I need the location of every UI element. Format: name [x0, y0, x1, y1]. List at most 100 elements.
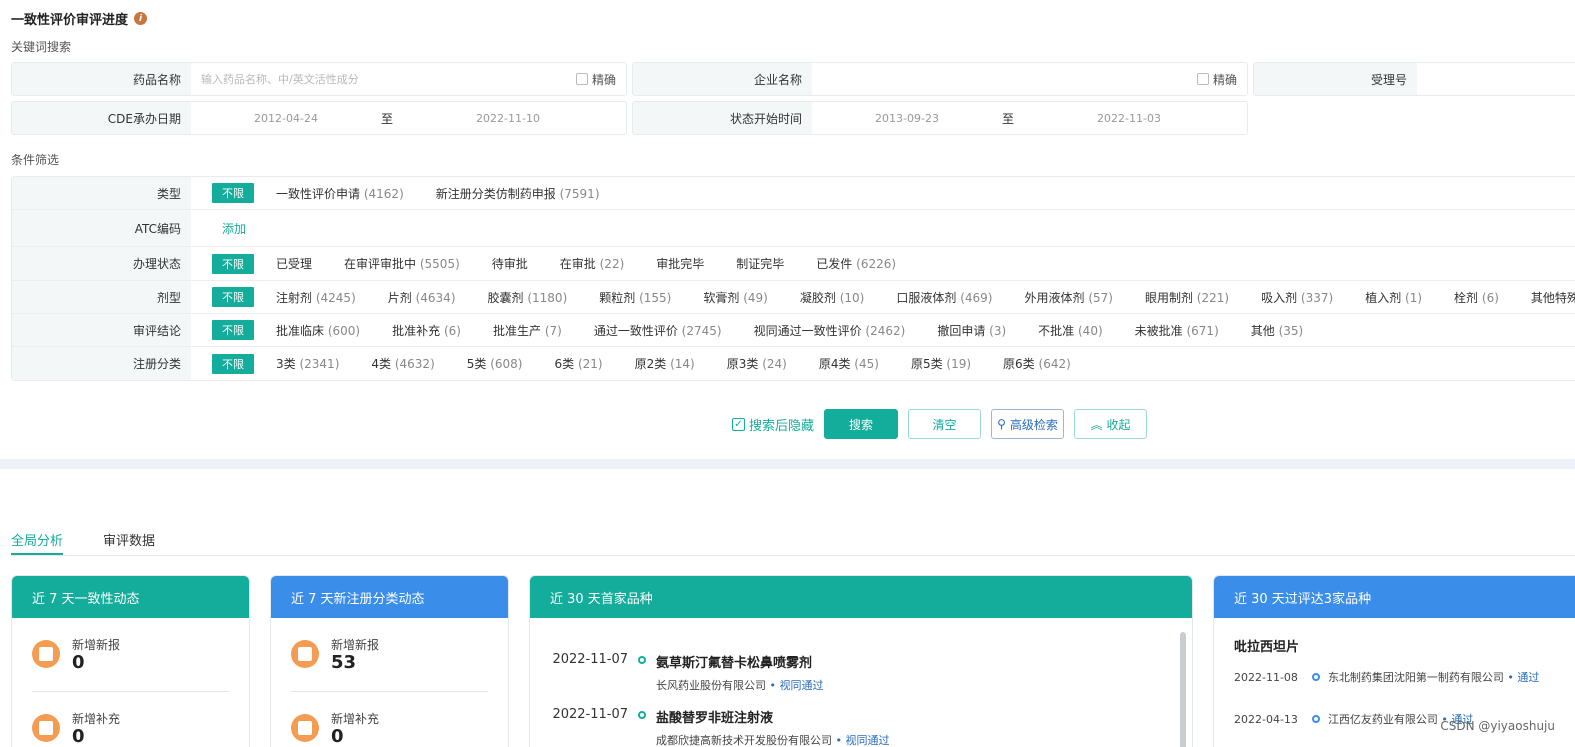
card-title: 近 7 天新注册分类动态 [271, 576, 508, 618]
drug-name: 吡拉西坦片 [1234, 640, 1300, 655]
filter-option[interactable]: 待审批 [492, 255, 528, 272]
filter-option[interactable]: 审批完毕 [656, 255, 704, 272]
accept-no-label: 受理号 [1254, 63, 1417, 95]
atc-add-link[interactable]: 添加 [222, 220, 246, 237]
filter-row-reg-class: 注册分类 不限 3类 (2341) 4类 (4632) 5类 (608) 6类 … [12, 347, 1575, 380]
filter-option[interactable]: 通过一致性评价 (2745) [594, 322, 722, 339]
filter-section-label: 条件筛选 [11, 153, 60, 167]
filter-option[interactable]: 在审批 (22) [560, 255, 624, 272]
advanced-search-icon: ⚲ [997, 417, 1006, 431]
clear-button[interactable]: 清空 [908, 409, 982, 439]
filter-status-all[interactable]: 不限 [212, 253, 254, 274]
company-exact-checkbox[interactable] [1196, 73, 1209, 85]
company-label: 企业名称 [633, 63, 812, 95]
company-exact[interactable]: 精确 [1196, 63, 1247, 95]
hide-after-search-label: 搜索后隐藏 [749, 418, 815, 434]
advanced-search-button[interactable]: ⚲ 高级检索 [991, 409, 1065, 439]
filter-option[interactable]: 撤回申请 (3) [937, 322, 1006, 339]
filter-option[interactable]: 外用液体剂 (57) [1024, 289, 1112, 306]
filter-option[interactable]: 植入剂 (1) [1365, 289, 1422, 306]
filter-option[interactable]: 口服液体剂 (469) [896, 289, 992, 306]
page-title: 一致性评价审评进度 i [11, 9, 148, 28]
company-exact-label: 精确 [1212, 72, 1237, 87]
status-date-from[interactable]: 2013-09-23 [812, 112, 1002, 125]
filter-option[interactable]: 未被批准 (671) [1135, 322, 1219, 339]
filter-option[interactable]: 胶囊剂 (1180) [488, 289, 568, 306]
filter-option[interactable]: 已发件 (6226) [816, 255, 896, 272]
stat-value: 53 [331, 652, 357, 673]
cde-date-from[interactable]: 2012-04-24 [191, 112, 381, 125]
status-date-to[interactable]: 2022-11-03 [1014, 112, 1244, 125]
drug-name-exact[interactable]: 精确 [575, 63, 626, 95]
filter-option[interactable]: 6类 (21) [555, 355, 603, 372]
passed-date: 2022-11-08 [1234, 670, 1298, 684]
filter-option[interactable]: 其他特殊剂型 [1531, 289, 1575, 306]
timeline-dot [1311, 673, 1320, 681]
status-date-to-label: 至 [1002, 111, 1015, 126]
hide-after-search-toggle[interactable]: ✓ 搜索后隐藏 [732, 415, 814, 434]
filter-option[interactable]: 原4类 (45) [819, 355, 879, 372]
filter-conclusion-all[interactable]: 不限 [212, 320, 254, 340]
filter-option[interactable]: 视同通过一致性评价 (2462) [754, 322, 906, 339]
filter-option[interactable]: 颗粒剂 (155) [599, 289, 671, 306]
filter-option[interactable]: 注射剂 (4245) [276, 289, 356, 306]
passed-company-item[interactable]: 2022-11-08 东北制药集团沈阳第一制药有限公司 • 通过 [1214, 669, 1575, 685]
filter-option[interactable]: 新注册分类仿制药申报 (7591) [436, 185, 600, 202]
tab-global-analysis[interactable]: 全局分析 [11, 530, 64, 555]
filter-option[interactable]: 在审评审批中 (5505) [344, 255, 460, 272]
filter-atc-label: ATC编码 [12, 210, 191, 246]
filter-option[interactable]: 原3类 (24) [727, 355, 787, 372]
collapse-button[interactable]: ︽ 收起 [1074, 409, 1148, 439]
filter-type-label: 类型 [12, 177, 191, 209]
checkmark-icon: ✓ [732, 417, 745, 431]
filter-option[interactable]: 批准补充 (6) [392, 322, 461, 339]
drug-name-exact-label: 精确 [591, 72, 616, 87]
timeline-company: 成都欣捷高新技术开发股份有限公司 • 视同通过 [656, 734, 890, 747]
filter-option[interactable]: 眼用制剂 (221) [1145, 289, 1229, 306]
filter-option[interactable]: 其他 (35) [1251, 322, 1303, 339]
timeline-item[interactable]: 2022-11-07 盐酸替罗非班注射液 成都欣捷高新技术开发股份有限公司 • … [530, 707, 1192, 747]
keyword-section-label: 关键词搜索 [11, 40, 72, 54]
filter-option[interactable]: 一致性评价申请 (4162) [276, 185, 404, 202]
filter-row-conclusion: 审评结论 不限 批准临床 (600) 批准补充 (6) 批准生产 (7) 通过一… [12, 314, 1575, 347]
filter-option[interactable]: 制证完毕 [736, 255, 784, 272]
search-button[interactable]: 搜索 [824, 409, 899, 439]
company-field: 企业名称 精确 [632, 62, 1248, 96]
cde-date-to[interactable]: 2022-11-10 [393, 112, 623, 125]
tab-review-data[interactable]: 审评数据 [103, 530, 155, 555]
filter-option[interactable]: 片剂 (4634) [388, 289, 456, 306]
timeline-date: 2022-11-07 [552, 652, 628, 667]
filter-row-dosage: 剂型 不限 注射剂 (4245) 片剂 (4634) 胶囊剂 (1180) 颗粒… [12, 281, 1575, 314]
info-icon[interactable]: i [134, 12, 148, 25]
filter-option[interactable]: 凝胶剂 (10) [800, 289, 864, 306]
filter-option[interactable]: 栓剂 (6) [1454, 289, 1499, 306]
advanced-search-label: 高级检索 [1009, 417, 1058, 432]
stat-new-report: 新增新报 0 [12, 636, 249, 673]
timeline-date: 2022-11-07 [552, 707, 628, 722]
accept-no-input[interactable] [1417, 63, 1575, 95]
drug-name-exact-checkbox[interactable] [575, 73, 588, 85]
filter-option[interactable]: 原2类 (14) [635, 355, 695, 372]
filter-option[interactable]: 3类 (2341) [276, 355, 339, 372]
filter-reg-class-all[interactable]: 不限 [212, 353, 254, 374]
filter-option[interactable]: 不批准 (40) [1038, 322, 1102, 339]
filter-option[interactable]: 软膏剂 (49) [703, 289, 767, 306]
company-input[interactable] [812, 63, 1197, 95]
scrollbar[interactable] [1180, 632, 1186, 747]
filter-option[interactable]: 原6类 (642) [1003, 355, 1071, 372]
watermark: CSDN @yiyaoshuju [1440, 719, 1555, 733]
timeline-item[interactable]: 2022-11-07 氨草斯汀氟替卡松鼻喷雾剂 长风药业股份有限公司 • 视同通… [530, 652, 1192, 693]
filter-type-all[interactable]: 不限 [212, 183, 254, 203]
drug-name-input[interactable] [191, 63, 576, 95]
accept-no-field: 受理号 [1253, 62, 1575, 96]
filter-option[interactable]: 4类 (4632) [371, 355, 434, 372]
filter-option[interactable]: 批准临床 (600) [276, 322, 360, 339]
filter-option[interactable]: 批准生产 (7) [493, 322, 562, 339]
filter-option[interactable]: 5类 (608) [467, 355, 523, 372]
filter-option[interactable]: 吸入剂 (337) [1261, 289, 1333, 306]
card-7day-consistency: 近 7 天一致性动态 新增新报 0 新增补充 0 [11, 575, 250, 747]
calendar-check-icon [291, 714, 319, 742]
filter-option[interactable]: 已受理 [276, 255, 312, 272]
filter-dosage-all[interactable]: 不限 [212, 287, 254, 307]
filter-option[interactable]: 原5类 (19) [911, 355, 971, 372]
